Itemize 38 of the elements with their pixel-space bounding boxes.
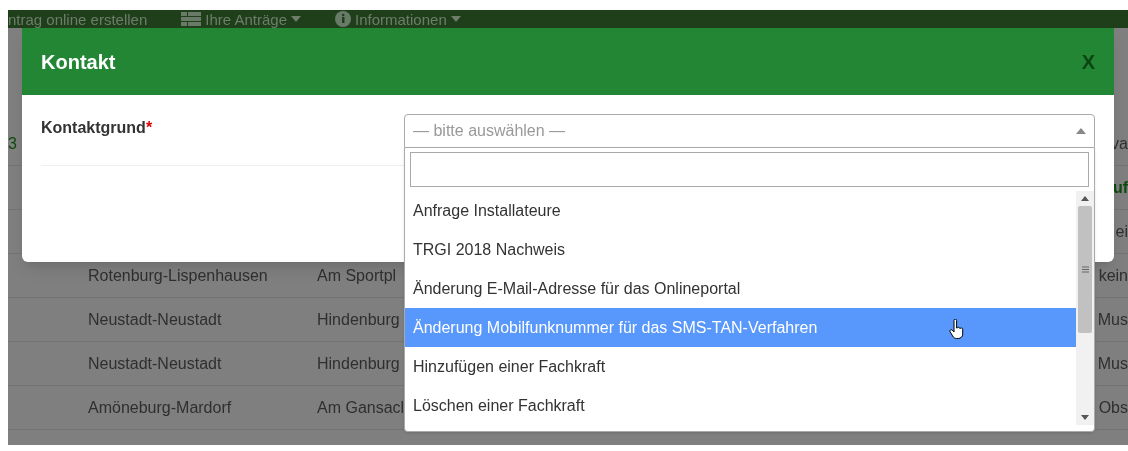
table-cell-text: Am Sportpl: [317, 265, 398, 286]
scroll-up-icon[interactable]: [1081, 196, 1089, 201]
nav-item[interactable]: ntrag online erstellen: [8, 11, 148, 27]
table-cell-text: Amöneburg-Mardorf: [88, 397, 233, 418]
search-field[interactable]: [410, 152, 1089, 187]
scrollbar-thumb[interactable]: [1078, 206, 1092, 333]
table-cell-text: Neustadt-Neustadt: [88, 309, 223, 330]
nav-item[interactable]: Informationen: [355, 11, 447, 27]
caret-icon: [450, 16, 461, 22]
field-label: Kontaktgrund*: [41, 119, 153, 136]
table-cell-text: Neustadt-Neustadt: [88, 353, 223, 374]
dropdown-option[interactable]: Änderung Mobilfunknummer für das SMS-TAN-Verfahren: [405, 308, 1076, 347]
table-cell-text: Mus: [1097, 309, 1128, 330]
caret-icon: [291, 16, 301, 22]
dropdown-option[interactable]: Hinzufügen einer Fachkraft: [405, 347, 1076, 386]
modal-title: Kontakt: [41, 49, 116, 75]
table-cell-text: kein: [1098, 265, 1128, 286]
table-cell-text: Mus: [1097, 353, 1128, 374]
scroll-down-icon[interactable]: [1081, 415, 1089, 420]
table-cell-text: Hindenburg: [317, 309, 401, 330]
dropdown-option[interactable]: TRGI 2018 Nachweis: [405, 230, 1076, 269]
table-cell-text: 3: [8, 133, 18, 154]
table-cell-text: ei: [1115, 221, 1128, 242]
caret-icon: [1076, 128, 1086, 134]
dropdown-option[interactable]: Löschen einer Fachkraft: [405, 386, 1076, 425]
table-cell-text: Hindenburg: [317, 353, 401, 374]
list-icon: [181, 12, 202, 26]
table-cell-text: Obs: [1098, 397, 1128, 418]
nav-item[interactable]: Ihre Anträge: [205, 11, 287, 27]
dropdown-option[interactable]: Änderung E-Mail-Adresse für das Onlineportal: [405, 269, 1076, 308]
table-cell-text: Rotenburg-Lispenhausen: [88, 265, 269, 286]
table-cell-text: Am Gansacl: [317, 397, 406, 418]
dropdown-option[interactable]: Anfrage Installateure: [405, 191, 1076, 230]
hand-cursor-icon: [949, 319, 965, 339]
select-field[interactable]: — bitte auswählen —: [404, 114, 1095, 148]
close-button[interactable]: X: [1081, 46, 1095, 77]
grip-icon: [1081, 266, 1089, 273]
table-cell-text: uf: [1112, 177, 1128, 198]
